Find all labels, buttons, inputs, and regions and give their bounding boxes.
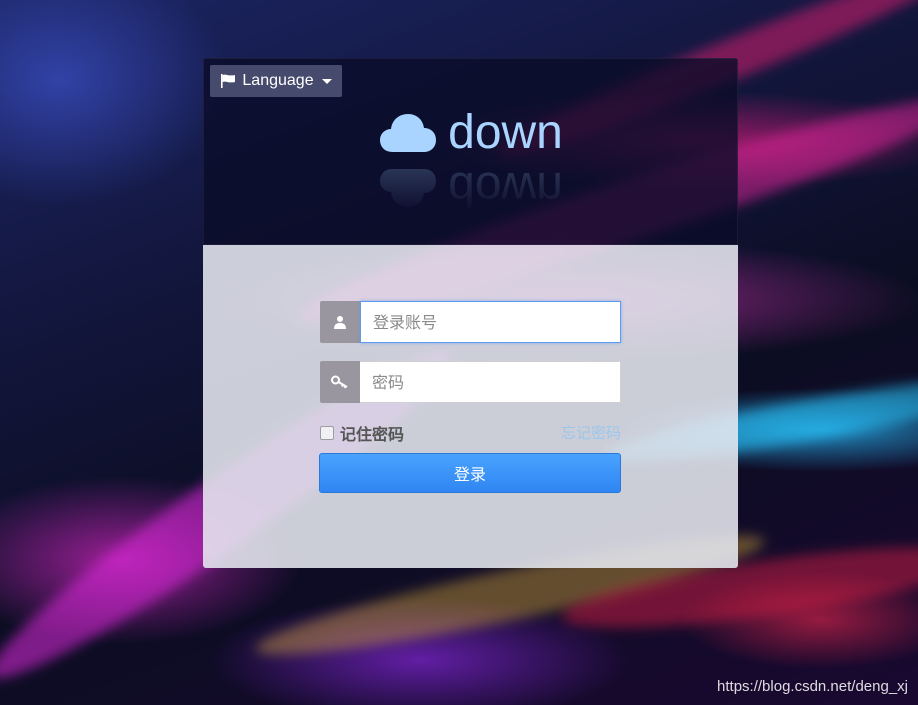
logo: down bbox=[204, 103, 738, 163]
remember-me[interactable]: 记住密码 bbox=[320, 423, 405, 444]
user-icon bbox=[320, 301, 360, 343]
watermark: https://blog.csdn.net/deng_xj bbox=[717, 678, 908, 695]
flag-icon bbox=[221, 74, 236, 88]
cloud-icon bbox=[380, 114, 437, 152]
login-button[interactable]: 登录 bbox=[319, 453, 621, 493]
login-panel: Language down down 登录账号 记住密码 忘记密码 登录 bbox=[203, 58, 738, 568]
logo-text-reflection: down bbox=[448, 162, 563, 215]
username-input[interactable] bbox=[360, 301, 621, 343]
key-icon bbox=[320, 361, 360, 403]
forgot-password-link[interactable]: 忘记密码 bbox=[561, 423, 621, 443]
login-header: Language down down bbox=[203, 58, 738, 245]
password-field bbox=[320, 361, 621, 403]
username-field bbox=[320, 301, 621, 343]
remember-checkbox[interactable] bbox=[320, 426, 334, 440]
logo-text: down bbox=[448, 106, 563, 159]
cloud-icon bbox=[380, 169, 437, 207]
caret-down-icon bbox=[321, 78, 332, 84]
login-form bbox=[203, 245, 738, 568]
language-dropdown[interactable]: Language bbox=[210, 65, 342, 97]
logo-reflection: down bbox=[204, 162, 738, 215]
password-input[interactable] bbox=[360, 361, 621, 403]
language-label: Language bbox=[242, 72, 314, 89]
remember-label: 记住密码 bbox=[340, 425, 405, 444]
